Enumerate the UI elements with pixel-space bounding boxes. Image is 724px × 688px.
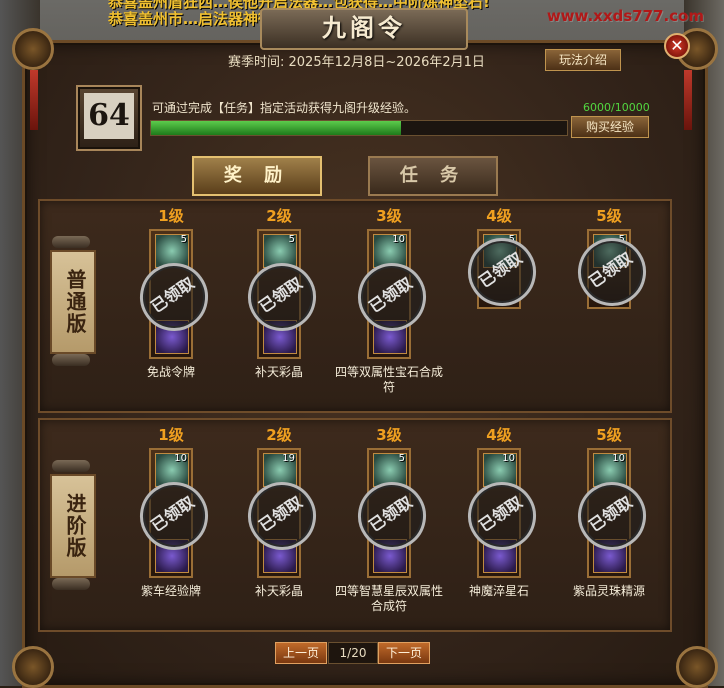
item-card: 5 已领取 bbox=[234, 229, 330, 359]
claimed-stamp: 已领取 bbox=[454, 224, 550, 320]
item-name: 补天彩晶 bbox=[254, 584, 303, 598]
season-time: 赛季时间: 2025年12月8日~2026年2月1日 bbox=[228, 55, 485, 70]
corner-ornament-top-left bbox=[12, 28, 54, 70]
prev-page-button[interactable]: 上一页 bbox=[275, 642, 327, 664]
close-button[interactable]: ✕ bbox=[664, 33, 690, 59]
item-qty: 10 bbox=[174, 453, 187, 464]
claimed-stamp: 已领取 bbox=[344, 249, 440, 345]
watermark: www.xxds777.com bbox=[546, 7, 704, 25]
reward-item[interactable]: 3级 5 已领取 四等智慧星辰双属性合成符 bbox=[334, 424, 444, 614]
item-name: 四等智慧星辰双属性合成符 bbox=[334, 584, 443, 613]
reward-level: 1级 bbox=[158, 426, 184, 444]
lamp-top-icon bbox=[52, 236, 90, 248]
claimed-stamp: 已领取 bbox=[126, 468, 222, 564]
claimed-stamp: 已领取 bbox=[234, 468, 330, 564]
reward-item[interactable]: 2级 5 已领取 补天彩晶 bbox=[224, 205, 334, 380]
exp-progress-bar bbox=[150, 120, 568, 136]
exp-text: 6000/10000 bbox=[583, 101, 650, 114]
lamp-bottom-icon bbox=[52, 354, 90, 366]
level-badge: 64 bbox=[76, 85, 142, 151]
lamp-bottom-icon bbox=[52, 578, 90, 590]
rules-button[interactable]: 玩法介绍 bbox=[545, 49, 621, 71]
exp-progress-fill bbox=[151, 121, 401, 135]
next-page-button[interactable]: 下一页 bbox=[378, 642, 430, 664]
item-card: 19 已领取 bbox=[234, 448, 330, 578]
level-number: 64 bbox=[84, 93, 134, 139]
reward-level: 5级 bbox=[596, 426, 622, 444]
claimed-stamp: 已领取 bbox=[454, 468, 550, 564]
reward-item[interactable]: 2级 19 已领取 补天彩晶 bbox=[224, 424, 334, 599]
item-card: 10 已领取 bbox=[126, 448, 222, 578]
reward-item[interactable]: 4级 5 已领取 bbox=[444, 205, 554, 320]
tassel-right bbox=[684, 70, 692, 130]
item-name: 紫车经验牌 bbox=[140, 584, 201, 598]
reward-level: 5级 bbox=[596, 207, 622, 225]
lamp-top-icon bbox=[52, 460, 90, 472]
reward-item[interactable]: 5级 5 已领取 bbox=[554, 205, 664, 320]
item-card: 10 已领取 bbox=[564, 448, 660, 578]
item-name: 四等双属性宝石合成符 bbox=[334, 365, 443, 394]
reward-level: 4级 bbox=[486, 426, 512, 444]
item-name: 神魔淬星石 bbox=[468, 584, 529, 598]
reward-level: 2级 bbox=[266, 207, 292, 225]
item-card: 5 已领取 bbox=[126, 229, 222, 359]
reward-item[interactable]: 4级 10 已领取 神魔淬星石 bbox=[444, 424, 554, 599]
item-name: 免战令牌 bbox=[146, 365, 195, 379]
tab-reward[interactable]: 奖 励 bbox=[192, 156, 322, 196]
item-qty: 10 bbox=[612, 453, 625, 464]
item-qty: 10 bbox=[502, 453, 515, 464]
claimed-stamp: 已领取 bbox=[344, 468, 440, 564]
item-card: 5 已领取 bbox=[454, 224, 550, 320]
window-title: 九阁令 bbox=[260, 8, 468, 50]
row-label-advanced: 进阶版 bbox=[50, 474, 96, 578]
exp-description: 可通过完成【任务】指定活动获得九阁升级经验。 bbox=[152, 101, 417, 115]
item-qty: 5 bbox=[398, 453, 405, 464]
reward-item[interactable]: 1级 10 已领取 紫车经验牌 bbox=[116, 424, 226, 599]
claimed-stamp: 已领取 bbox=[126, 249, 222, 345]
item-qty: 5 bbox=[180, 234, 187, 245]
reward-level: 2级 bbox=[266, 426, 292, 444]
tassel-left bbox=[30, 70, 38, 130]
claimed-stamp: 已领取 bbox=[564, 224, 660, 320]
item-qty: 5 bbox=[288, 234, 295, 245]
page-indicator: 1/20 bbox=[328, 642, 378, 664]
reward-level: 1级 bbox=[158, 207, 184, 225]
item-card: 10 已领取 bbox=[454, 448, 550, 578]
row-label-normal: 普通版 bbox=[50, 250, 96, 354]
corner-ornament-bottom-right bbox=[676, 646, 718, 688]
claimed-stamp: 已领取 bbox=[234, 249, 330, 345]
item-card: 5 已领取 bbox=[564, 224, 660, 320]
corner-ornament-bottom-left bbox=[12, 646, 54, 688]
reward-item[interactable]: 5级 10 已领取 紫品灵珠精源 bbox=[554, 424, 664, 599]
claimed-stamp: 已领取 bbox=[564, 468, 660, 564]
reward-level: 4级 bbox=[486, 207, 512, 225]
item-name: 紫品灵珠精源 bbox=[572, 584, 645, 598]
reward-item[interactable]: 3级 10 已领取 四等双属性宝石合成符 bbox=[334, 205, 444, 395]
reward-item[interactable]: 1级 5 已领取 免战令牌 bbox=[116, 205, 226, 380]
item-name: 补天彩晶 bbox=[254, 365, 303, 379]
reward-level: 3级 bbox=[376, 207, 402, 225]
item-card: 10 已领取 bbox=[344, 229, 440, 359]
item-qty: 10 bbox=[392, 234, 405, 245]
item-card: 5 已领取 bbox=[344, 448, 440, 578]
reward-level: 3级 bbox=[376, 426, 402, 444]
tab-task[interactable]: 任 务 bbox=[368, 156, 498, 196]
item-qty: 19 bbox=[282, 453, 295, 464]
buy-exp-button[interactable]: 购买经验 bbox=[571, 116, 649, 138]
